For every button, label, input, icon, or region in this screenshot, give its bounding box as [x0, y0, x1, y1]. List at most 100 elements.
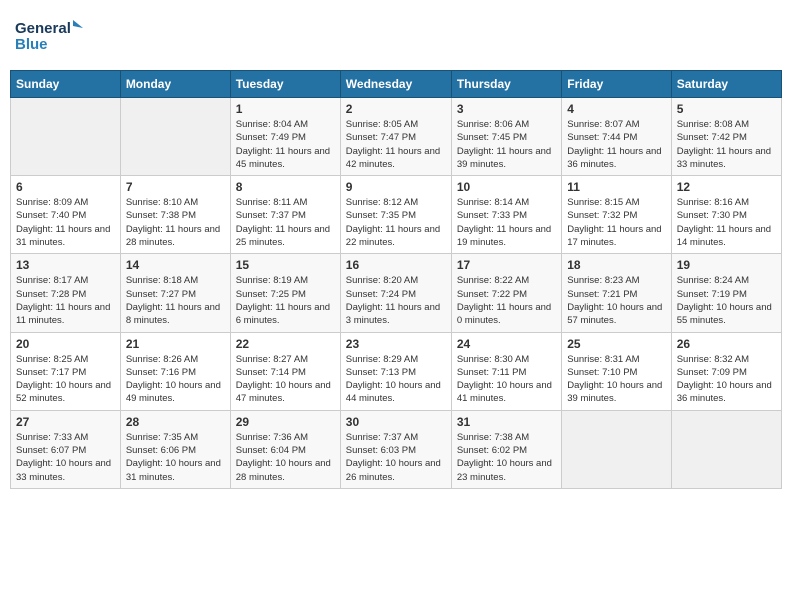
day-number: 20: [16, 337, 115, 351]
calendar-cell: 25 Sunrise: 8:31 AMSunset: 7:10 PMDayligh…: [562, 332, 671, 410]
day-number: 10: [457, 180, 556, 194]
day-info: Sunrise: 8:07 AMSunset: 7:44 PMDaylight:…: [567, 118, 665, 171]
day-number: 13: [16, 258, 115, 272]
day-info: Sunrise: 8:26 AMSunset: 7:16 PMDaylight:…: [126, 353, 225, 406]
calendar-cell: 30 Sunrise: 7:37 AMSunset: 6:03 PMDayligh…: [340, 410, 451, 488]
day-info: Sunrise: 8:23 AMSunset: 7:21 PMDaylight:…: [567, 274, 665, 327]
calendar-cell: 17Sunrise: 8:22 AMSunset: 7:22 PMDayligh…: [451, 254, 561, 332]
calendar-cell: 22 Sunrise: 8:27 AMSunset: 7:14 PMDayligh…: [230, 332, 340, 410]
calendar-cell: 18 Sunrise: 8:23 AMSunset: 7:21 PMDayligh…: [562, 254, 671, 332]
day-number: 8: [236, 180, 335, 194]
day-number: 16: [346, 258, 446, 272]
day-info: Sunrise: 8:10 AMSunset: 7:38 PMDaylight:…: [126, 196, 225, 249]
day-number: 9: [346, 180, 446, 194]
day-info: Sunrise: 8:15 AMSunset: 7:32 PMDaylight:…: [567, 196, 665, 249]
calendar-cell: 24 Sunrise: 8:30 AMSunset: 7:11 PMDayligh…: [451, 332, 561, 410]
day-number: 12: [677, 180, 776, 194]
calendar-cell: 5 Sunrise: 8:08 AMSunset: 7:42 PMDaylight…: [671, 98, 781, 176]
day-number: 21: [126, 337, 225, 351]
day-info: Sunrise: 8:18 AMSunset: 7:27 PMDaylight:…: [126, 274, 225, 327]
day-number: 24: [457, 337, 556, 351]
day-info: Sunrise: 8:22 AMSunset: 7:22 PMDaylight:…: [457, 274, 556, 327]
day-number: 18: [567, 258, 665, 272]
calendar-cell: 15 Sunrise: 8:19 AMSunset: 7:25 PMDayligh…: [230, 254, 340, 332]
calendar-cell: 21 Sunrise: 8:26 AMSunset: 7:16 PMDayligh…: [120, 332, 230, 410]
page-header: General Blue: [10, 10, 782, 60]
day-info: Sunrise: 8:11 AMSunset: 7:37 PMDaylight:…: [236, 196, 335, 249]
weekday-header-sunday: Sunday: [11, 71, 121, 98]
day-info: Sunrise: 7:33 AMSunset: 6:07 PMDaylight:…: [16, 431, 115, 484]
calendar-cell: 2 Sunrise: 8:05 AMSunset: 7:47 PMDaylight…: [340, 98, 451, 176]
day-info: Sunrise: 7:38 AMSunset: 6:02 PMDaylight:…: [457, 431, 556, 484]
calendar-cell: 3 Sunrise: 8:06 AMSunset: 7:45 PMDaylight…: [451, 98, 561, 176]
calendar-cell: 31 Sunrise: 7:38 AMSunset: 6:02 PMDayligh…: [451, 410, 561, 488]
weekday-header-monday: Monday: [120, 71, 230, 98]
day-number: 22: [236, 337, 335, 351]
calendar-cell: 27 Sunrise: 7:33 AMSunset: 6:07 PMDayligh…: [11, 410, 121, 488]
day-number: 30: [346, 415, 446, 429]
day-number: 5: [677, 102, 776, 116]
weekday-header-wednesday: Wednesday: [340, 71, 451, 98]
day-info: Sunrise: 8:12 AMSunset: 7:35 PMDaylight:…: [346, 196, 446, 249]
day-number: 19: [677, 258, 776, 272]
day-number: 6: [16, 180, 115, 194]
day-number: 27: [16, 415, 115, 429]
day-number: 3: [457, 102, 556, 116]
day-number: 4: [567, 102, 665, 116]
svg-text:Blue: Blue: [15, 36, 48, 53]
day-info: Sunrise: 8:30 AMSunset: 7:11 PMDaylight:…: [457, 353, 556, 406]
day-info: Sunrise: 8:19 AMSunset: 7:25 PMDaylight:…: [236, 274, 335, 327]
calendar-cell: 11Sunrise: 8:15 AMSunset: 7:32 PMDayligh…: [562, 176, 671, 254]
day-number: 2: [346, 102, 446, 116]
calendar-cell: 1 Sunrise: 8:04 AMSunset: 7:49 PMDaylight…: [230, 98, 340, 176]
day-number: 14: [126, 258, 225, 272]
calendar-cell: 29 Sunrise: 7:36 AMSunset: 6:04 PMDayligh…: [230, 410, 340, 488]
logo-svg: General Blue: [15, 15, 85, 60]
day-number: 26: [677, 337, 776, 351]
calendar-cell: 9 Sunrise: 8:12 AMSunset: 7:35 PMDaylight…: [340, 176, 451, 254]
calendar-cell: 26 Sunrise: 8:32 AMSunset: 7:09 PMDayligh…: [671, 332, 781, 410]
day-number: 23: [346, 337, 446, 351]
calendar-cell: 28Sunrise: 7:35 AMSunset: 6:06 PMDayligh…: [120, 410, 230, 488]
day-info: Sunrise: 8:05 AMSunset: 7:47 PMDaylight:…: [346, 118, 446, 171]
calendar-cell: 23Sunrise: 8:29 AMSunset: 7:13 PMDayligh…: [340, 332, 451, 410]
weekday-header-thursday: Thursday: [451, 71, 561, 98]
calendar-cell: 6Sunrise: 8:09 AMSunset: 7:40 PMDaylight…: [11, 176, 121, 254]
calendar-cell: 13 Sunrise: 8:17 AMSunset: 7:28 PMDayligh…: [11, 254, 121, 332]
day-number: 25: [567, 337, 665, 351]
calendar-cell: 20 Sunrise: 8:25 AMSunset: 7:17 PMDayligh…: [11, 332, 121, 410]
calendar-cell: [562, 410, 671, 488]
day-info: Sunrise: 8:25 AMSunset: 7:17 PMDaylight:…: [16, 353, 115, 406]
day-number: 29: [236, 415, 335, 429]
calendar-cell: 8 Sunrise: 8:11 AMSunset: 7:37 PMDaylight…: [230, 176, 340, 254]
day-number: 15: [236, 258, 335, 272]
day-info: Sunrise: 7:36 AMSunset: 6:04 PMDaylight:…: [236, 431, 335, 484]
weekday-header-friday: Friday: [562, 71, 671, 98]
day-info: Sunrise: 8:31 AMSunset: 7:10 PMDaylight:…: [567, 353, 665, 406]
day-number: 28: [126, 415, 225, 429]
day-info: Sunrise: 8:14 AMSunset: 7:33 PMDaylight:…: [457, 196, 556, 249]
calendar-cell: [120, 98, 230, 176]
svg-text:General: General: [15, 20, 71, 37]
day-info: Sunrise: 8:24 AMSunset: 7:19 PMDaylight:…: [677, 274, 776, 327]
day-info: Sunrise: 8:17 AMSunset: 7:28 PMDaylight:…: [16, 274, 115, 327]
calendar-cell: 19 Sunrise: 8:24 AMSunset: 7:19 PMDayligh…: [671, 254, 781, 332]
day-info: Sunrise: 8:08 AMSunset: 7:42 PMDaylight:…: [677, 118, 776, 171]
weekday-header-saturday: Saturday: [671, 71, 781, 98]
day-info: Sunrise: 8:20 AMSunset: 7:24 PMDaylight:…: [346, 274, 446, 327]
logo: General Blue: [15, 15, 85, 60]
day-info: Sunrise: 8:06 AMSunset: 7:45 PMDaylight:…: [457, 118, 556, 171]
day-info: Sunrise: 8:04 AMSunset: 7:49 PMDaylight:…: [236, 118, 335, 171]
day-info: Sunrise: 7:37 AMSunset: 6:03 PMDaylight:…: [346, 431, 446, 484]
day-info: Sunrise: 8:27 AMSunset: 7:14 PMDaylight:…: [236, 353, 335, 406]
day-info: Sunrise: 8:32 AMSunset: 7:09 PMDaylight:…: [677, 353, 776, 406]
calendar-cell: 10 Sunrise: 8:14 AMSunset: 7:33 PMDayligh…: [451, 176, 561, 254]
calendar-cell: 12 Sunrise: 8:16 AMSunset: 7:30 PMDayligh…: [671, 176, 781, 254]
calendar-cell: 4 Sunrise: 8:07 AMSunset: 7:44 PMDaylight…: [562, 98, 671, 176]
calendar-cell: [11, 98, 121, 176]
day-info: Sunrise: 8:16 AMSunset: 7:30 PMDaylight:…: [677, 196, 776, 249]
day-number: 7: [126, 180, 225, 194]
day-number: 1: [236, 102, 335, 116]
day-number: 31: [457, 415, 556, 429]
calendar-table: SundayMondayTuesdayWednesdayThursdayFrid…: [10, 70, 782, 489]
